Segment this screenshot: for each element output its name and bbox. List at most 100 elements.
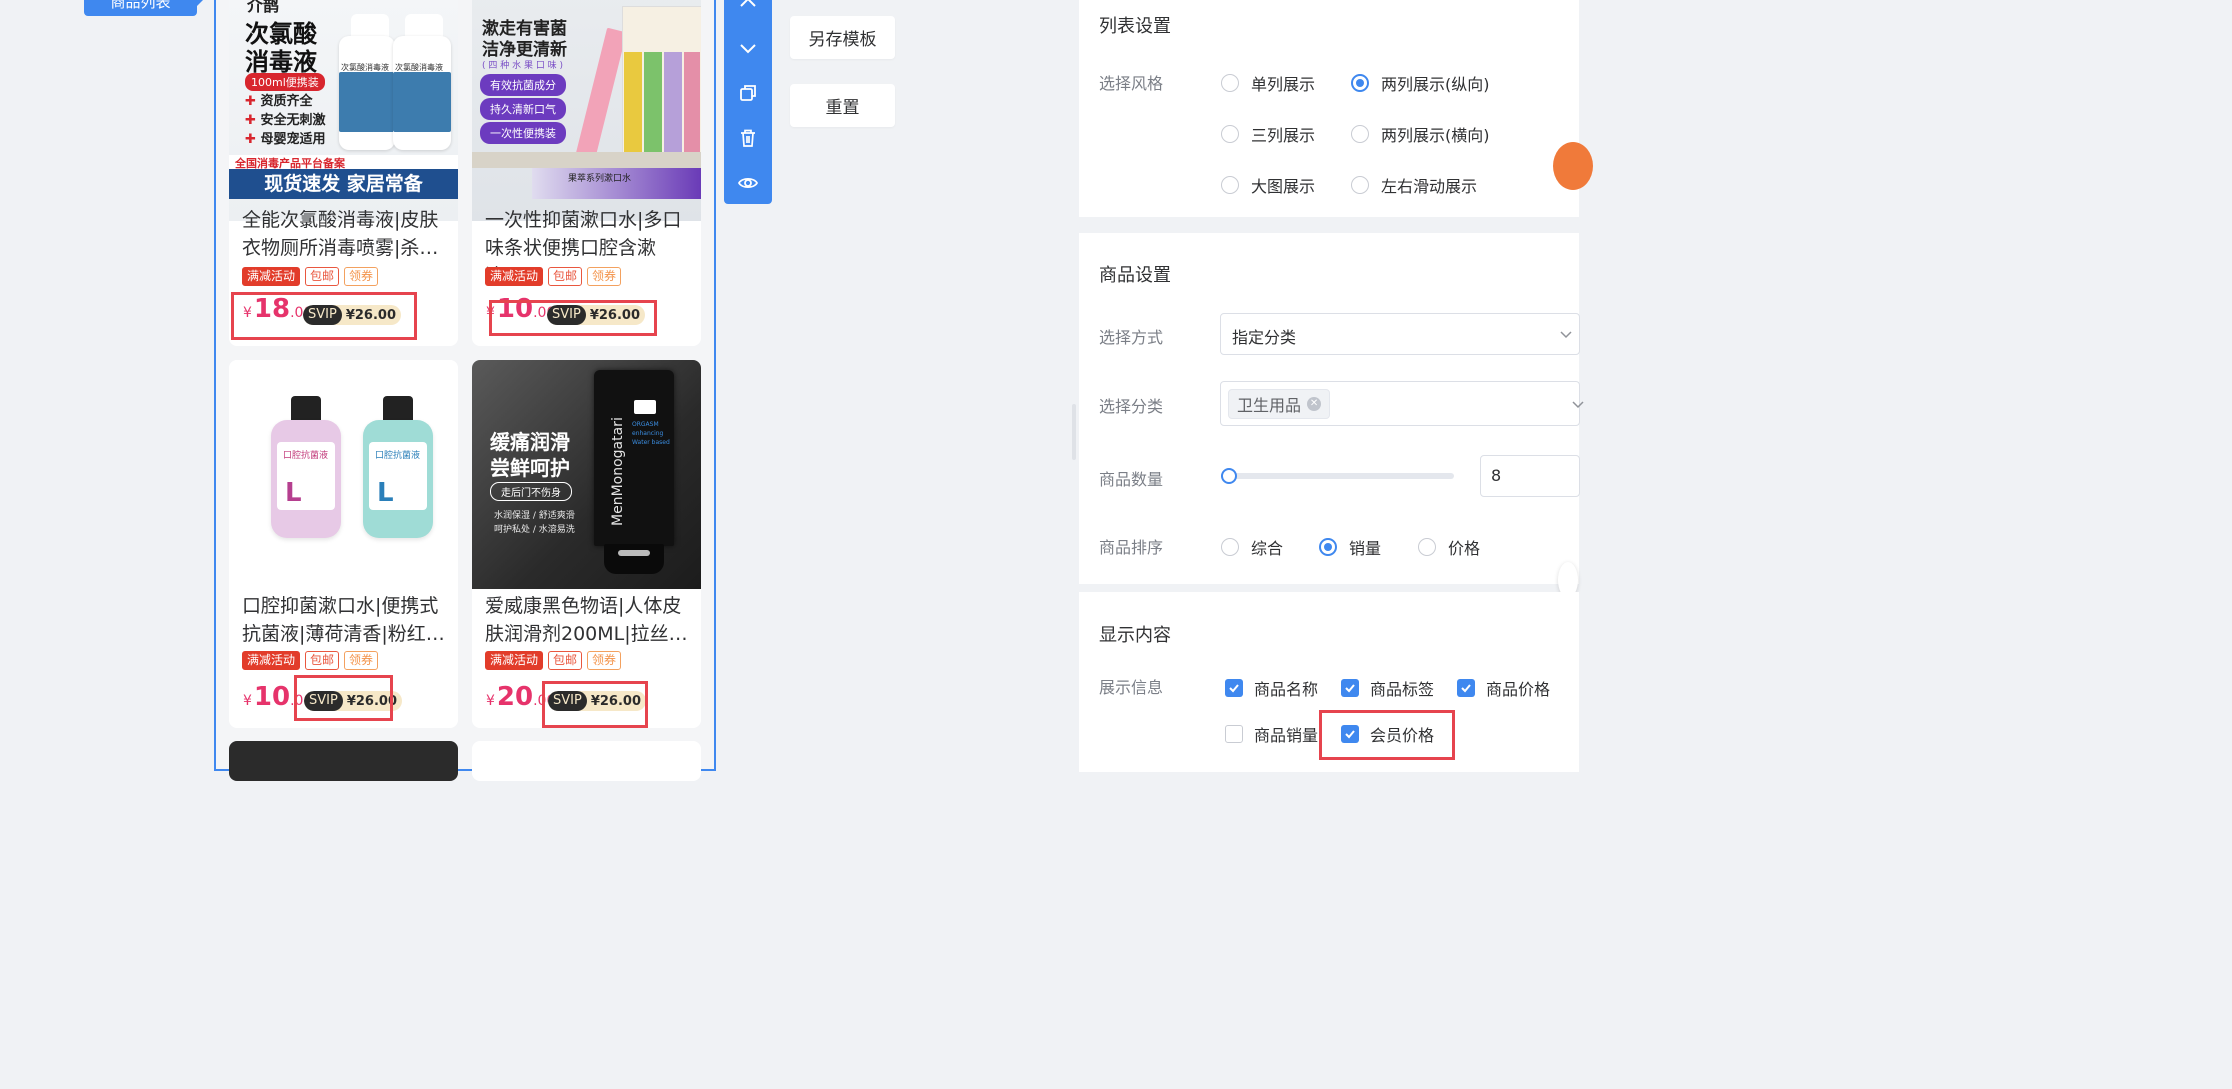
tag-coupon: 领券 — [344, 651, 379, 670]
method-label: 选择方式 — [1099, 328, 1164, 347]
image-sub: ( 四 种 水 果 口 味 ) — [482, 61, 564, 71]
product-name: 口腔抑菌漱口水|便携式抗菌液|薄荷清香|粉红… — [242, 595, 445, 645]
category-chip-label: 卫生用品 — [1237, 396, 1302, 415]
image-headline: 尝鲜呵护 — [490, 456, 570, 480]
image-headline: 缓痛润滑 — [490, 430, 570, 454]
product-image-lubricant: 缓痛润滑 尝鲜呵护 走后门不伤身 水润保湿 / 舒适爽滑 呵护私处 / 水溶易洗… — [472, 360, 701, 589]
image-footer-top: 全国消毒产品平台备案 — [229, 155, 458, 170]
copy-icon[interactable] — [724, 76, 772, 110]
save-template-button[interactable]: 另存模板 — [790, 16, 895, 59]
chevron-down-icon — [1571, 396, 1585, 415]
bottle-label: 次氯酸消毒液 — [341, 63, 389, 72]
bottle-label: 口腔抗菌液 — [283, 451, 329, 461]
trash-icon[interactable] — [724, 121, 772, 155]
list-settings-title: 列表设置 — [1099, 16, 1171, 37]
radio-sort-sales[interactable]: 销量 — [1319, 535, 1381, 559]
check-icon — [1457, 679, 1475, 697]
image-headline: 洁净更清新 — [482, 40, 567, 60]
product-list-tab-label: 商品列表 — [110, 0, 171, 11]
count-slider-thumb[interactable] — [1221, 468, 1237, 484]
bottle-label: 口腔抗菌液 — [375, 451, 421, 461]
product-list-tab[interactable]: 商品列表 — [84, 0, 205, 16]
highlight-box — [542, 681, 648, 728]
count-input[interactable]: 8 — [1480, 455, 1580, 497]
radio-three-column[interactable]: 三列展示 — [1221, 122, 1315, 146]
image-pill: 一次性便携装 — [480, 122, 566, 144]
radio-sort-price[interactable]: 价格 — [1418, 535, 1480, 559]
image-pill: 持久清新口气 — [480, 98, 566, 120]
tag-discount: 满减活动 — [485, 267, 544, 286]
chevron-up-icon[interactable] — [724, 0, 772, 20]
check-icon — [1225, 679, 1243, 697]
tag-discount: 满减活动 — [242, 651, 301, 670]
count-input-value: 8 — [1491, 466, 1502, 485]
box-line: enhancing — [632, 430, 664, 437]
image-bullet: ✚ 母婴宠适用 — [245, 132, 326, 147]
tag-free-shipping: 包邮 — [305, 651, 340, 670]
image-line: 水润保湿 / 舒适爽滑 — [494, 511, 575, 521]
image-footer: 果萃系列漱口水 — [568, 174, 632, 184]
product-image-disinfectant: 介鹊 次氯酸 消毒液 100ml便携装 ✚ 资质齐全 ✚ 安全无刺激 ✚ 母婴宠… — [229, 0, 458, 221]
box-line: ORGASM — [632, 421, 659, 428]
radio-two-column-horizontal[interactable]: 两列展示(横向) — [1351, 122, 1490, 146]
product-card-partial[interactable] — [472, 741, 701, 781]
highlight-box — [294, 675, 393, 721]
chevron-down-icon[interactable] — [724, 31, 772, 65]
product-name: 爱威康黑色物语|人体皮肤润滑剂200ML|拉丝… — [485, 595, 688, 645]
splitter-handle[interactable] — [1072, 404, 1076, 460]
checkbox-product-price[interactable]: 商品价格 — [1457, 676, 1550, 700]
sort-label: 商品排序 — [1099, 538, 1164, 557]
method-select-value: 指定分类 — [1232, 328, 1297, 347]
radio-two-column-vertical[interactable]: 两列展示(纵向) — [1351, 71, 1490, 95]
category-chip[interactable]: 卫生用品 ✕ — [1228, 389, 1331, 419]
tag-discount: 满减活动 — [242, 267, 301, 286]
reset-button[interactable]: 重置 — [790, 84, 895, 127]
reset-label: 重置 — [825, 98, 860, 118]
close-icon[interactable]: ✕ — [1307, 397, 1322, 411]
preview-canvas[interactable]: 介鹊 次氯酸 消毒液 100ml便携装 ✚ 资质齐全 ✚ 安全无刺激 ✚ 母婴宠… — [214, 0, 716, 781]
chevron-down-icon — [1559, 326, 1573, 345]
radio-large-image[interactable]: 大图展示 — [1221, 173, 1315, 197]
bottle-label: 次氯酸消毒液 — [395, 63, 443, 72]
tag-coupon: 领券 — [587, 651, 622, 670]
tag-free-shipping: 包邮 — [548, 651, 583, 670]
category-select[interactable]: 卫生用品 ✕ — [1220, 381, 1584, 426]
checkbox-product-tags[interactable]: 商品标签 — [1341, 676, 1434, 700]
display-content-title: 显示内容 — [1099, 625, 1171, 646]
checkbox-product-name[interactable]: 商品名称 — [1225, 676, 1318, 700]
eye-icon[interactable] — [724, 166, 772, 200]
count-label: 商品数量 — [1099, 470, 1164, 489]
tag-coupon: 领券 — [344, 267, 379, 286]
check-icon — [1341, 679, 1359, 697]
radio-sort-overall[interactable]: 综合 — [1221, 535, 1283, 559]
count-slider-track[interactable] — [1221, 468, 1454, 484]
tag-discount: 满减活动 — [485, 651, 544, 670]
image-footer: 现货速发 家居常备 — [229, 169, 458, 199]
product-card[interactable]: 漱走有害菌 洁净更清新 ( 四 种 水 果 口 味 ) 有效抗菌成分 持久清新口… — [472, 0, 701, 346]
goods-settings-title: 商品设置 — [1099, 265, 1171, 286]
image-bullet: ✚ 安全无刺激 — [245, 113, 326, 128]
highlight-box — [489, 300, 657, 336]
product-image-oral-rinse: 口腔抗菌液 L 口腔抗菌液 L — [229, 360, 458, 589]
product-card[interactable]: 口腔抗菌液 L 口腔抗菌液 L 口腔抑菌漱口水|便携式抗菌液|薄荷清香|粉红… … — [229, 360, 458, 728]
radio-horizontal-scroll[interactable]: 左右滑动展示 — [1351, 173, 1477, 197]
highlight-box — [231, 292, 417, 340]
highlight-box — [1319, 710, 1455, 760]
checkbox-product-sales[interactable]: 商品销量 — [1225, 722, 1318, 746]
image-line: 呵护私处 / 水溶易洗 — [494, 525, 575, 535]
image-headline: 消毒液 — [245, 48, 317, 76]
product-image-mouthwash: 漱走有害菌 洁净更清新 ( 四 种 水 果 口 味 ) 有效抗菌成分 持久清新口… — [472, 0, 701, 221]
image-bullet: ✚ 资质齐全 — [245, 94, 313, 109]
tag-free-shipping: 包邮 — [305, 267, 340, 286]
info-label: 展示信息 — [1099, 678, 1164, 697]
product-card[interactable]: 缓痛润滑 尝鲜呵护 走后门不伤身 水润保湿 / 舒适爽滑 呵护私处 / 水溶易洗… — [472, 360, 701, 728]
product-name: 全能次氯酸消毒液|皮肤衣物厕所消毒喷雾|杀… — [242, 209, 439, 259]
product-card-partial[interactable] — [229, 741, 458, 781]
image-pill: 走后门不伤身 — [490, 482, 572, 501]
method-select[interactable]: 指定分类 — [1220, 313, 1580, 355]
floating-assistant-icon[interactable] — [1553, 142, 1593, 190]
radio-single-column[interactable]: 单列展示 — [1221, 71, 1315, 95]
brand-text: MenMonogatari — [610, 417, 626, 526]
tag-free-shipping: 包邮 — [548, 267, 583, 286]
image-pill: 100ml便携装 — [245, 73, 325, 91]
